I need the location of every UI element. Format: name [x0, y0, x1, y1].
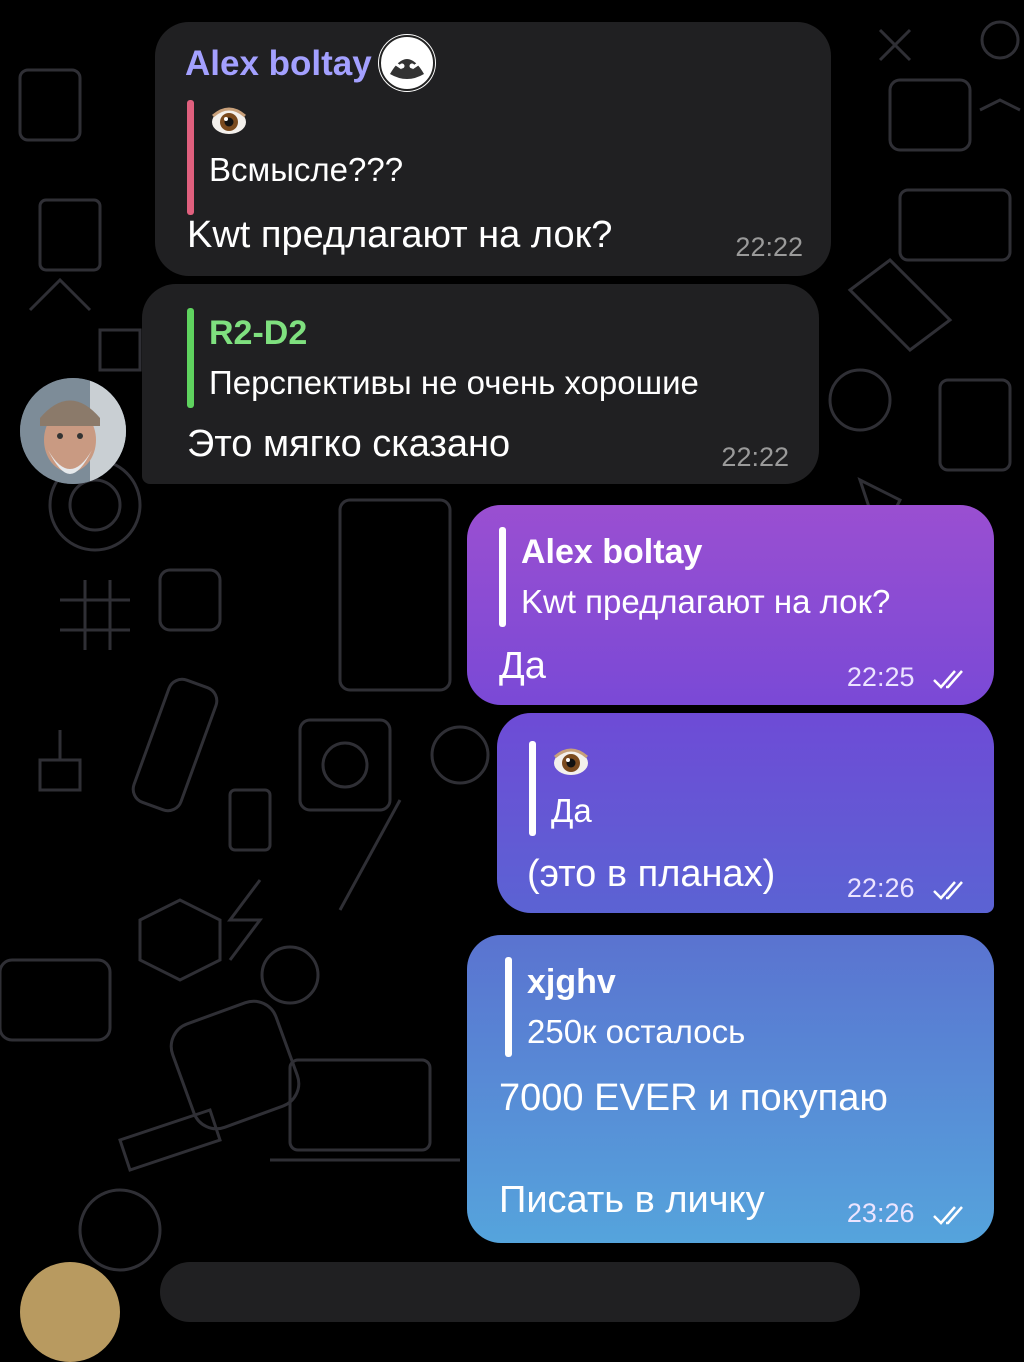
message-status: 22:25 [847, 662, 972, 693]
quote-text: Всмысле??? [209, 151, 404, 188]
quote-author: R2-D2 [209, 314, 308, 352]
quote-text: Да [551, 792, 592, 829]
incoming-message-bubble[interactable]: Alex boltay Всмысле??? Kwt предлагают на… [155, 22, 831, 276]
reply-quote[interactable]: xjghv 250к осталось [505, 957, 745, 1057]
quote-author: Alex boltay [521, 533, 703, 571]
incoming-message-bubble[interactable] [160, 1262, 860, 1322]
quote-text: Перспективы не очень хорошие [209, 364, 699, 401]
reply-quote[interactable]: Да [529, 741, 592, 836]
message-time: 22:22 [721, 442, 789, 472]
raccoon-badge-icon [378, 34, 436, 92]
message-text: Да [499, 645, 546, 687]
quote-text: Kwt предлагают на лок? [521, 583, 891, 620]
message-status: 23:26 [847, 1198, 972, 1229]
message-text-line2: Писать в личку [499, 1179, 765, 1221]
message-text: 7000 EVER и покупаю [499, 1077, 888, 1119]
avatar[interactable] [20, 1262, 120, 1362]
quote-bar [187, 100, 194, 215]
incoming-message-bubble[interactable]: R2-D2 Перспективы не очень хорошие Это м… [142, 284, 819, 484]
message-text: Это мягко сказано [187, 423, 511, 465]
outgoing-message-bubble[interactable]: Alex boltay Kwt предлагают на лок? Да 22… [467, 505, 994, 705]
message-time: 22:26 [846, 873, 915, 903]
double-check-icon [933, 670, 963, 689]
double-check-icon [933, 1206, 963, 1225]
message-time: 23:26 [846, 1198, 915, 1228]
message-time: 22:25 [846, 662, 915, 692]
message-text: Kwt предлагают на лок? [187, 214, 613, 256]
outgoing-message-bubble[interactable]: Да (это в планах) 22:26 [497, 713, 994, 913]
reply-quote[interactable]: R2-D2 Перспективы не очень хорошие [187, 308, 699, 408]
quote-bar [529, 741, 536, 836]
eye-emoji-icon [551, 741, 591, 781]
quote-bar [187, 308, 194, 408]
double-check-icon [933, 881, 963, 900]
reply-quote[interactable]: Всмысле??? [187, 100, 403, 215]
message-status: 22:26 [847, 873, 972, 904]
quote-text: 250к осталось [527, 1013, 746, 1050]
reply-quote[interactable]: Alex boltay Kwt предлагают на лок? [499, 527, 890, 627]
message-time: 22:22 [735, 232, 803, 262]
outgoing-message-bubble[interactable]: xjghv 250к осталось 7000 EVER и покупаю … [467, 935, 994, 1243]
quote-author: xjghv [527, 963, 616, 1001]
avatar[interactable] [20, 378, 126, 484]
message-text: (это в планах) [527, 853, 776, 895]
sender-name[interactable]: Alex boltay [185, 44, 372, 84]
quote-bar [505, 957, 512, 1057]
quote-bar [499, 527, 506, 627]
eye-emoji-icon [209, 100, 249, 140]
